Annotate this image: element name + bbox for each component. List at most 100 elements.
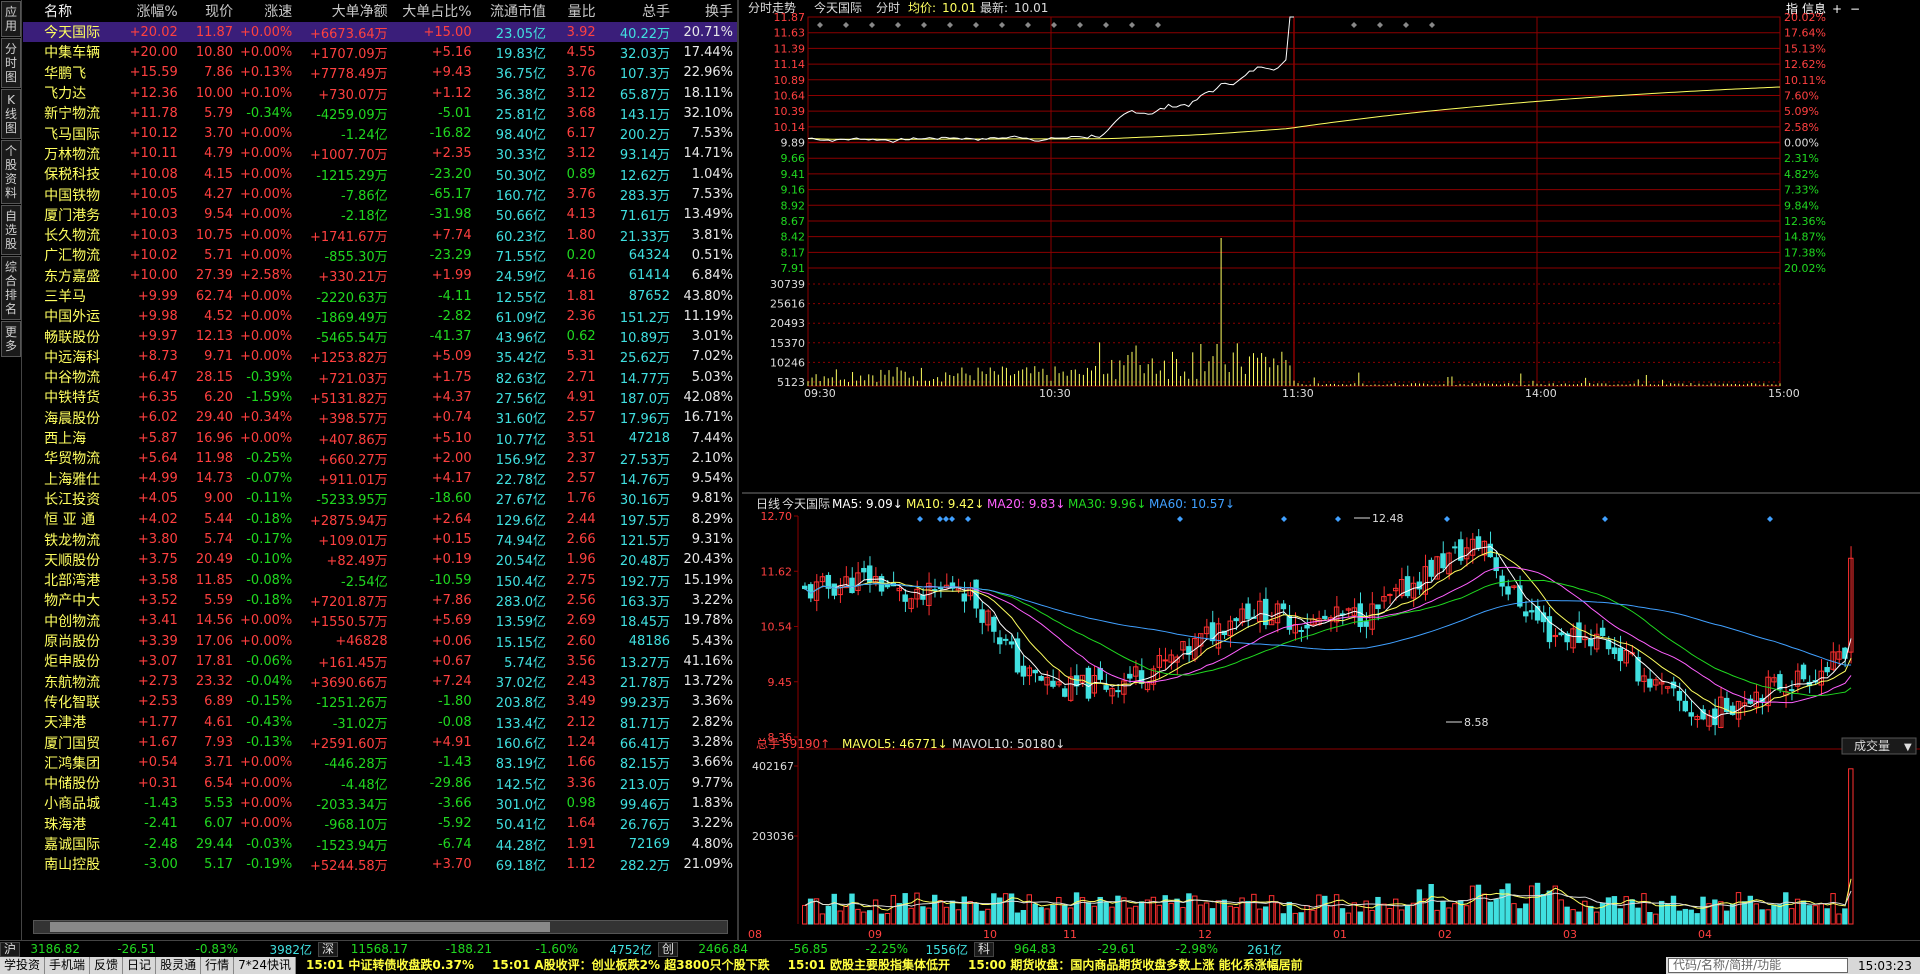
table-row[interactable]: 物产中大 +3.52 5.59 -0.18% +7201.87万 +7.86 283.0亿 2… [23,590,737,610]
column-header-8[interactable]: 量比 [546,1,596,21]
cell-5: -23.20 [429,166,472,182]
table-row[interactable]: 中谷物流 +6.47 28.15 -0.39% +721.03万 +1.75 82.63亿 2… [23,367,737,387]
table-row[interactable]: 万林物流 +10.11 4.79 +0.00% +1007.70万 +2.35 30.33亿… [23,144,737,164]
cell-7: 2.66 [566,532,596,548]
cell-1: +3.75 [137,552,178,568]
table-row[interactable]: 畅联股份 +9.97 12.13 +0.00% -5465.54万 -41.37 43.96… [23,326,737,346]
table-row[interactable]: 华鹏飞 +15.59 7.86 +0.13% +7778.49万 +9.43 36.75亿 3… [23,63,737,83]
column-header-3[interactable]: 现价 [178,1,233,21]
scrollbar-thumb[interactable] [50,922,550,932]
cell-8: 283.3万 [619,189,671,205]
horizontal-scrollbar[interactable] [33,920,728,934]
status-button-4[interactable]: 股灵通 [156,957,202,974]
side-tab-4[interactable]: 自选股 [1,205,21,255]
table-row[interactable]: 中创物流 +3.41 14.56 +0.00% +1550.57万 +5.69 13.59亿… [23,611,737,631]
intraday-button-3[interactable]: − [1850,2,1860,16]
table-row[interactable]: 铁龙物流 +3.80 5.74 -0.17% +109.01万 +0.15 74.94亿 2.… [23,529,737,549]
table-row[interactable]: 天津港 +1.77 4.61 -0.43% -31.02万 -0.08 133.4亿 2.12… [23,712,737,732]
table-row[interactable]: 传化智联 +2.53 6.89 -0.15% -1251.26万 -1.80 203.8亿 3… [23,692,737,712]
side-tab-5[interactable]: 综合排名 [1,256,21,320]
column-header-1[interactable]: 名称 [40,1,117,21]
table-row[interactable]: 东方嘉盛 +10.00 27.39 +2.58% +330.21万 +1.99 24.59亿… [23,266,737,286]
side-tab-1[interactable]: 分时图 [1,38,21,88]
status-button-2[interactable]: 反馈 [90,957,124,974]
status-button-6[interactable]: 7*24快讯 [234,957,296,974]
news-ticker[interactable]: 15:01 中证转债收盘跌0.37% 15:01 A股收评：创业板跌2% 超380… [296,957,1666,974]
table-row[interactable]: 飞马国际 +10.12 3.70 +0.00% -1.24亿 -16.82 98.40亿 6.… [23,123,737,143]
status-button-3[interactable]: 日记 [123,957,157,974]
table-row[interactable]: 长江投资 +4.05 9.00 -0.11% -5233.95万 -18.60 27.67亿… [23,489,737,509]
cell-0: 畅联股份 [44,329,101,346]
cell-2: 5.44 [204,511,234,527]
column-header-4[interactable]: 涨速 [233,1,292,21]
table-row[interactable]: 广汇物流 +10.02 5.71 +0.00% -855.30万 -23.29 71.55亿… [23,245,737,265]
ticker-item[interactable]: 15:00 期货收盘：国内商品期货收盘多数上涨 能化系涨幅居前 [968,958,1303,972]
table-row[interactable]: 中国铁物 +10.05 4.27 +0.00% -7.86亿 -65.17 160.7亿 3.… [23,184,737,204]
table-row[interactable]: 天顺股份 +3.75 20.49 -0.10% +82.49万 +0.19 20.54亿 1.… [23,550,737,570]
table-row[interactable]: 上海雅仕 +4.99 14.73 -0.07% +911.01万 +4.17 22.78亿 2… [23,469,737,489]
table-row[interactable]: 东航物流 +2.73 23.32 -0.04% +3690.66万 +7.24 37.02亿… [23,672,737,692]
side-tab-0[interactable]: 应用 [1,1,21,37]
column-header-5[interactable]: 大单净额 [292,1,388,21]
table-row[interactable]: 中远海科 +8.73 9.71 +0.00% +1253.82万 +5.09 35.42亿 5… [23,347,737,367]
ticker-item[interactable]: 15:01 A股收评：创业板跌2% 超3800只个股下跌 [492,958,770,972]
cell-0: 恒 亚 通 [44,512,96,529]
table-row[interactable]: 西上海 +5.87 16.96 +0.00% +407.86万 +5.10 10.77亿 3.… [23,428,737,448]
cell-4: +398.57万 [318,412,388,428]
column-header-7[interactable]: 流通市值 [472,1,546,21]
table-row[interactable]: 中铁特货 +6.35 6.20 -1.59% +5131.82万 +4.37 27.56亿 4… [23,387,737,407]
cell-3: +0.00% [240,207,293,223]
table-row[interactable]: 小商品城 -1.43 5.53 +0.00% -2033.34万 -3.66 301.0亿 0… [23,793,737,813]
index-group-3[interactable]: 科 964.83 -29.61 -2.98% 261亿 [974,941,1288,958]
status-button-0[interactable]: 学投资 [0,957,46,974]
cell-8: 107.3万 [619,67,671,83]
index-group-0[interactable]: 沪 3186.82 -26.51 -0.83% 3982亿 [0,941,318,958]
side-tab-3[interactable]: 个股资料 [1,140,21,204]
cell-5: +0.15 [431,532,472,548]
ticker-item[interactable]: 15:01 中证转债收盘跌0.37% [306,958,474,972]
date-tick: 12 [1198,928,1212,940]
side-tab-6[interactable]: 更多 [1,321,21,357]
table-row[interactable]: 厦门国贸 +1.67 7.93 -0.13% +2591.60万 +4.91 160.6亿 1… [23,732,737,752]
table-row[interactable]: 三羊马 +9.99 62.74 +0.00% -2220.63万 -4.11 12.55亿 1… [23,286,737,306]
kline-chart-panel[interactable]: 日线 今天国际 MA5: 9.09↓ MA10: 9.42↓ MA20: 9.83↓ MA… [742,492,1920,941]
table-row[interactable]: 海晨股份 +6.02 29.40 +0.34% +398.57万 +0.74 31.60亿 2… [23,408,737,428]
side-tab-2[interactable]: K线图 [1,89,21,139]
table-row[interactable]: 珠海港 -2.41 6.07 +0.00% -968.10万 -5.92 50.41亿 1.6… [23,814,737,834]
table-row[interactable]: 保税科技 +10.08 4.15 +0.00% -1215.29万 -23.20 50.30… [23,164,737,184]
intraday-button-2[interactable]: + [1832,2,1842,16]
table-row[interactable]: 中储股份 +0.31 6.54 +0.00% -4.48亿 -29.86 142.5亿 3.3… [23,773,737,793]
status-button-1[interactable]: 手机端 [45,957,91,974]
intraday-mode: 分时 [876,1,900,15]
table-row[interactable]: 新宁物流 +11.78 5.79 -0.34% -4259.09万 -5.01 25.81亿… [23,103,737,123]
table-row[interactable]: 长久物流 +10.03 10.75 +0.00% +1741.67万 +7.74 60.23… [23,225,737,245]
cell-1: +10.05 [129,187,178,203]
cell-6: 50.66亿 [495,209,547,225]
table-row[interactable]: 汇鸿集团 +0.54 3.71 +0.00% -446.28万 -1.43 83.19亿 1.… [23,753,737,773]
table-row[interactable]: 中国外运 +9.98 4.52 +0.00% -1869.49万 -2.82 61.09亿 2… [23,306,737,326]
table-row[interactable]: 南山控股 -3.00 5.17 -0.19% +5244.58万 +3.70 69.18亿 1… [23,854,737,874]
ticker-item[interactable]: 15:01 欧股主要股指集体低开 [788,958,950,972]
cell-7: 3.36 [566,775,596,791]
search-input[interactable]: 代码/名称/简拼/功能 [1668,958,1848,973]
table-row[interactable]: 飞力达 +12.36 10.00 +0.10% +730.07万 +1.12 36.38亿 3… [23,83,737,103]
column-header-10[interactable]: 换手 [670,1,737,21]
table-row[interactable]: 北部湾港 +3.58 11.85 -0.08% -2.54亿 -10.59 150.4亿 2.… [23,570,737,590]
table-row[interactable]: 恒 亚 通 +4.02 5.44 -0.18% +2875.94万 +2.64 129.6亿… [23,509,737,529]
column-header-2[interactable]: 涨幅% [117,1,177,21]
index-group-2[interactable]: 创 2466.84 -56.85 -2.25% 1556亿 [658,941,974,958]
cell-9: 3.81% [691,227,734,243]
table-row[interactable]: 今天国际 +20.02 11.87 +0.00% +6673.64万 +15.00 23.0… [23,22,737,43]
table-row[interactable]: 华贸物流 +5.64 11.98 -0.25% +660.27万 +2.00 156.9亿 2… [23,448,737,468]
cell-0: 珠海港 [44,816,87,833]
table-row[interactable]: 嘉诚国际 -2.48 29.44 -0.03% -1523.94万 -6.74 44.28亿… [23,834,737,854]
table-row[interactable]: 厦门港务 +10.03 9.54 +0.00% -2.18亿 -31.98 50.66亿 4.… [23,205,737,225]
index-group-1[interactable]: 深 11568.17 -188.21 -1.60% 4752亿 [318,941,658,958]
table-row[interactable]: 炬申股份 +3.07 17.81 -0.06% +161.45万 +0.67 5.74亿 3.… [23,651,737,671]
table-row[interactable]: 中集车辆 +20.00 10.80 +0.00% +1707.09万 +5.16 19.83… [23,42,737,62]
table-row[interactable]: 原尚股份 +3.39 17.06 +0.00% +46828 +0.06 15.15亿 2.6… [23,631,737,651]
column-header-6[interactable]: 大单占比% [388,1,471,21]
intraday-chart-panel[interactable]: 分时走势 今天国际 分时 均价: 10.01 最新: 10.01 指信息 + −11.87 20.0… [742,0,1920,492]
column-header-9[interactable]: 总手 [596,1,670,21]
status-button-5[interactable]: 行情 [201,957,235,974]
